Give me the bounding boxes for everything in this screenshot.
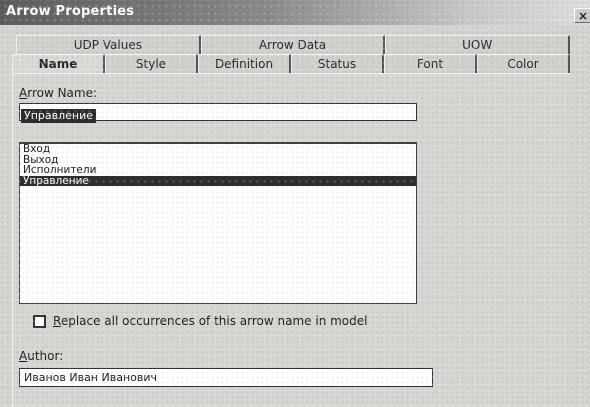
- tab-arrow-data[interactable]: Arrow Data: [200, 35, 386, 54]
- replace-label-mnemonic: R: [53, 314, 61, 328]
- arrow-name-label-mnemonic: A: [19, 86, 28, 100]
- author-input[interactable]: Иванов Иван Иванович: [19, 368, 433, 387]
- arrow-name-value: Управление: [21, 109, 97, 123]
- tab-style[interactable]: Style: [105, 54, 198, 73]
- replace-all-checkbox[interactable]: [33, 315, 46, 328]
- arrow-name-list[interactable]: Вход Выход Исполнители Управление: [19, 142, 417, 304]
- tab-font[interactable]: Font: [384, 54, 477, 73]
- arrow-name-label: Arrow Name:: [19, 86, 97, 100]
- author-label-text: uthor:: [27, 349, 64, 363]
- close-icon: ×: [577, 9, 589, 23]
- tab-udp-values[interactable]: UDP Values: [16, 35, 201, 54]
- tab-uow[interactable]: UOW: [385, 35, 571, 54]
- close-button[interactable]: ×: [574, 8, 590, 23]
- list-item-selected[interactable]: Управление: [20, 175, 416, 186]
- list-item[interactable]: Исполнители: [20, 165, 416, 176]
- title-bar[interactable]: Arrow Properties ×: [0, 0, 590, 25]
- tab-status[interactable]: Status: [291, 54, 384, 73]
- arrow-name-label-text: rrow Name:: [27, 86, 98, 100]
- window-title: Arrow Properties: [6, 4, 135, 19]
- arrow-name-input[interactable]: Управление: [19, 103, 417, 123]
- list-item[interactable]: Вход: [20, 144, 416, 155]
- tab-row-front: Name Style Definition Status Font Color: [12, 54, 570, 73]
- tab-definition[interactable]: Definition: [198, 54, 291, 73]
- author-label-mnemonic: A: [19, 349, 28, 363]
- replace-label-text: eplace all occurrences of this arrow nam…: [60, 314, 368, 328]
- tab-row-back: UDP Values Arrow Data UOW: [16, 35, 571, 54]
- author-label: Author:: [19, 349, 63, 363]
- tab-name[interactable]: Name: [12, 54, 105, 73]
- arrow-properties-dialog: Arrow Properties × UDP Values Arrow Data…: [0, 0, 590, 407]
- replace-all-label[interactable]: Replace all occurrences of this arrow na…: [53, 314, 367, 328]
- tab-color[interactable]: Color: [477, 54, 570, 73]
